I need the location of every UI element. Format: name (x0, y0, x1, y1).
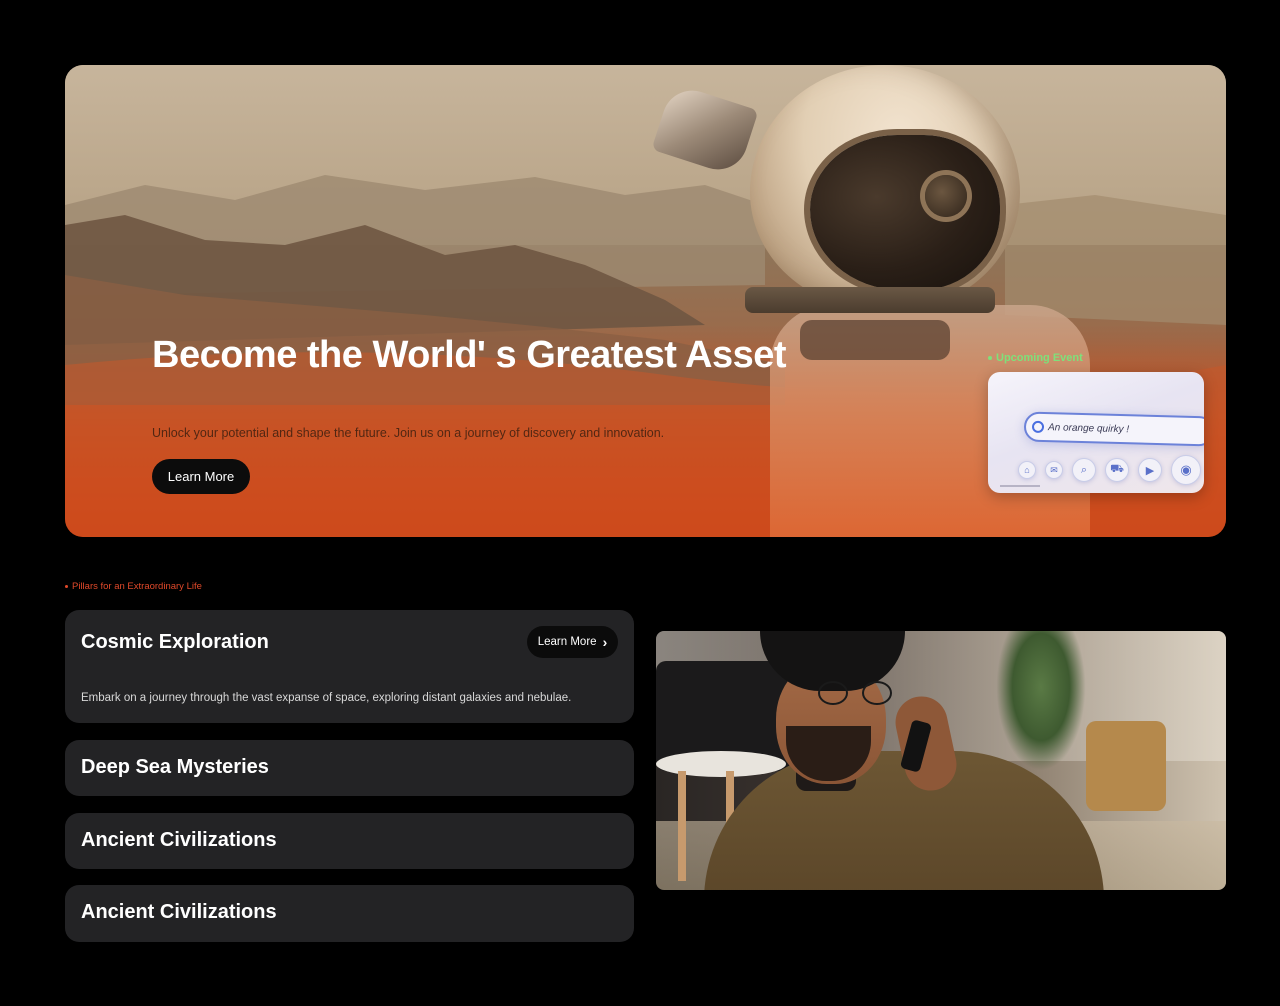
photo-table-leg (678, 771, 686, 881)
pillar-title: Deep Sea Mysteries (81, 756, 269, 778)
event-icon-row: ⌂ ✉ ⌕ ⛟ ▶ ◉ (1018, 455, 1201, 485)
hero-subtitle: Unlock your potential and shape the futu… (152, 426, 665, 440)
helmet-visor (810, 135, 1000, 290)
helmet-antenna (651, 82, 759, 178)
pillar-card-ancient-civilizations[interactable]: Ancient Civilizations (65, 813, 634, 869)
search-icon: ⌕ (1072, 458, 1096, 482)
event-dot-icon (988, 356, 992, 360)
hero-title: Become the World' s Greatest Asset (152, 334, 787, 376)
mail-icon: ✉ (1045, 461, 1063, 479)
pillars-section-text: Pillars for an Extraordinary Life (72, 581, 202, 592)
event-search-text: An orange quirky ! (1047, 421, 1130, 435)
suit-strap (800, 320, 950, 360)
google-icon (1031, 420, 1045, 434)
pillar-title: Ancient Civilizations (81, 829, 277, 851)
pillar-description: Embark on a journey through the vast exp… (81, 692, 572, 704)
pillars-section-label: Pillars for an Extraordinary Life (65, 581, 202, 592)
chevron-right-icon: › (602, 634, 608, 650)
pillar-card-ancient-civilizations-2[interactable]: Ancient Civilizations (65, 885, 634, 942)
upcoming-event-card[interactable]: An orange quirky ! ⌂ ✉ ⌕ ⛟ ▶ ◉ (988, 372, 1204, 493)
pillar-card-deep-sea-mysteries[interactable]: Deep Sea Mysteries (65, 740, 634, 796)
hero-banner: Become the World' s Greatest Asset Unloc… (65, 65, 1226, 537)
pillar-learn-more-button[interactable]: Learn More › (527, 626, 618, 658)
play-icon: ▶ (1138, 458, 1162, 482)
photo-table (656, 751, 786, 777)
cart-icon: ⛟ (1105, 458, 1129, 482)
section-dot-icon (65, 585, 68, 588)
man-on-phone-photo (656, 631, 1226, 890)
upcoming-event-text: Upcoming Event (996, 352, 1083, 364)
location-pin-icon: ◉ (1171, 455, 1201, 485)
pillar-title: Cosmic Exploration (81, 631, 269, 653)
photo-person-glasses (806, 681, 916, 705)
photo-basket (1086, 721, 1166, 811)
event-card-footer-line (1000, 485, 1040, 487)
helmet-ring (745, 287, 995, 313)
pillar-title: Ancient Civilizations (81, 901, 277, 923)
photo-plant (996, 631, 1086, 771)
astronaut-helmet (750, 65, 1020, 310)
pillar-card-cosmic-exploration[interactable]: Cosmic Exploration Learn More › Embark o… (65, 610, 634, 723)
upcoming-event-label: Upcoming Event (988, 352, 1083, 364)
home-icon: ⌂ (1018, 461, 1036, 479)
event-search-bar: An orange quirky ! (1023, 411, 1204, 447)
visor-knob (925, 175, 967, 217)
hero-learn-more-button[interactable]: Learn More (152, 459, 250, 494)
pillar-button-label: Learn More (537, 636, 597, 648)
